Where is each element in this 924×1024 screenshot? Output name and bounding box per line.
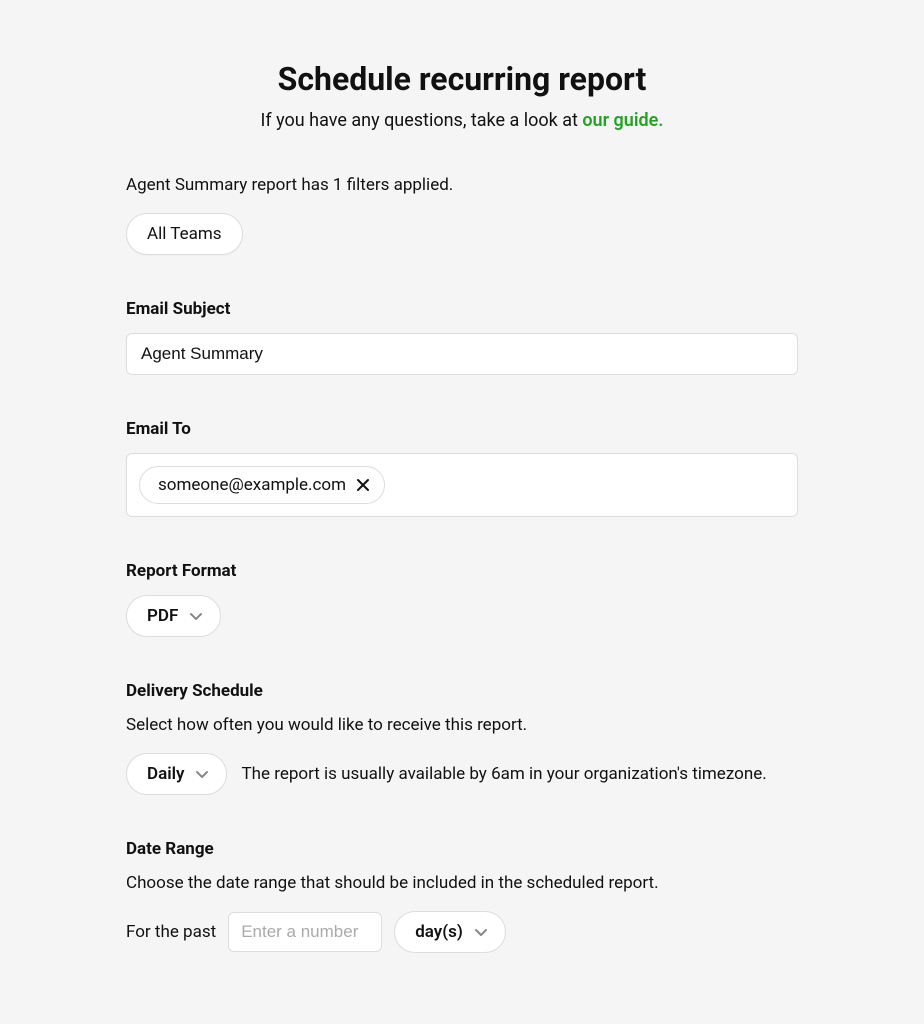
- email-subject-label: Email Subject: [126, 299, 798, 319]
- email-recipient-chip: someone@example.com: [139, 466, 385, 504]
- date-range-unit-selected: day(s): [415, 922, 463, 942]
- chevron-down-icon: [188, 608, 204, 624]
- date-range-number-input[interactable]: [228, 912, 382, 952]
- close-icon[interactable]: [356, 478, 370, 492]
- report-format-label: Report Format: [126, 561, 798, 581]
- filter-chip-all-teams[interactable]: All Teams: [126, 213, 243, 255]
- report-format-section: Report Format PDF: [126, 561, 798, 637]
- email-to-label: Email To: [126, 419, 798, 439]
- date-range-label: Date Range: [126, 839, 798, 859]
- email-to-section: Email To someone@example.com: [126, 419, 798, 517]
- delivery-schedule-section: Delivery Schedule Select how often you w…: [126, 681, 798, 795]
- chevron-down-icon: [473, 924, 489, 940]
- date-range-section: Date Range Choose the date range that sh…: [126, 839, 798, 953]
- delivery-schedule-note: The report is usually available by 6am i…: [241, 764, 766, 784]
- chevron-down-icon: [194, 766, 210, 782]
- delivery-frequency-selected: Daily: [147, 764, 184, 784]
- date-range-help: Choose the date range that should be inc…: [126, 873, 798, 893]
- date-range-prefix: For the past: [126, 922, 216, 942]
- filters-summary-text: Agent Summary report has 1 filters appli…: [126, 175, 798, 195]
- delivery-schedule-row: Daily The report is usually available by…: [126, 753, 798, 795]
- report-format-dropdown[interactable]: PDF: [126, 595, 221, 637]
- date-range-unit-dropdown[interactable]: day(s): [394, 911, 506, 953]
- guide-link[interactable]: our guide.: [582, 110, 663, 131]
- schedule-report-form: Schedule recurring report If you have an…: [0, 0, 924, 993]
- subtitle-text: If you have any questions, take a look a…: [261, 110, 583, 131]
- email-subject-input[interactable]: [126, 333, 798, 375]
- email-recipient-text: someone@example.com: [158, 475, 346, 495]
- date-range-row: For the past day(s): [126, 911, 798, 953]
- filter-chip-label: All Teams: [147, 224, 222, 244]
- page-subtitle: If you have any questions, take a look a…: [126, 110, 798, 131]
- form-header: Schedule recurring report If you have an…: [126, 60, 798, 131]
- page-title: Schedule recurring report: [126, 60, 798, 98]
- email-subject-section: Email Subject: [126, 299, 798, 375]
- email-to-input-box[interactable]: someone@example.com: [126, 453, 798, 517]
- delivery-schedule-label: Delivery Schedule: [126, 681, 798, 701]
- delivery-schedule-help: Select how often you would like to recei…: [126, 715, 798, 735]
- report-format-selected: PDF: [147, 606, 178, 626]
- delivery-frequency-dropdown[interactable]: Daily: [126, 753, 227, 795]
- filters-section: Agent Summary report has 1 filters appli…: [126, 175, 798, 255]
